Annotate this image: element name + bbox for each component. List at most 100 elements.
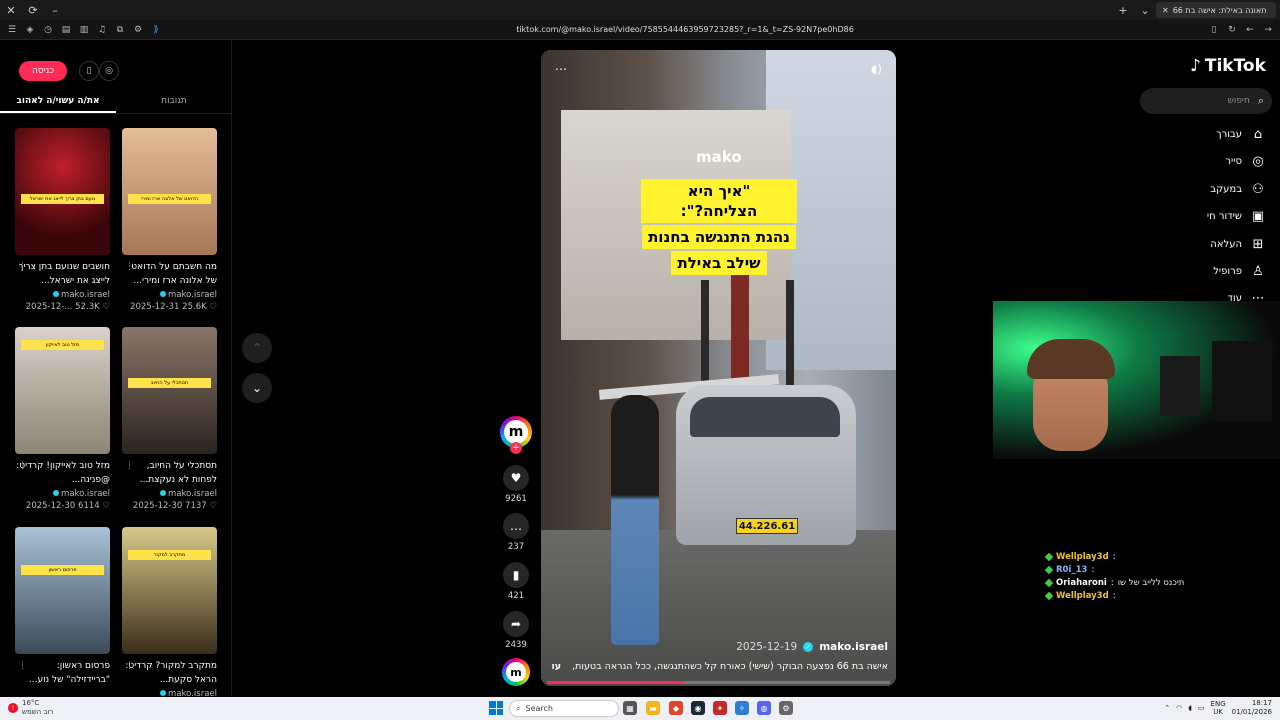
video-thumbnail[interactable]: נועם בתן צריך לייצג את ישראל xyxy=(15,128,110,255)
video-progress-bar[interactable] xyxy=(547,681,890,684)
bookmark-icon[interactable]: ▮ xyxy=(503,562,529,588)
more-options-icon[interactable]: ⋮ xyxy=(125,661,134,671)
video-card[interactable]: נועם בתן צריך לייצג את ישראל חושבים שנוע… xyxy=(15,128,110,312)
video-card[interactable]: פרסום ראשון פרסום ראשון: "בריידזילה" של … xyxy=(15,527,110,687)
clock[interactable]: 18:17 01/01/2026 xyxy=(1232,699,1272,717)
video-author[interactable]: 2025-12-19 ✓ mako.israel xyxy=(736,641,888,653)
compass-icon[interactable]: ◎ xyxy=(99,61,119,81)
task-view-icon[interactable]: ▦ xyxy=(623,701,637,715)
minimize-icon[interactable]: – xyxy=(44,0,66,20)
video-thumbnail[interactable]: מתקרב למקור xyxy=(122,527,217,654)
card-title[interactable]: חושבים שנועם בתן צריך לייצג את ישראל... xyxy=(15,260,110,288)
app-icon[interactable]: ✧ xyxy=(735,701,749,715)
card-author[interactable]: mako.israel xyxy=(15,290,110,300)
next-video-button[interactable]: ⌄ xyxy=(242,373,272,403)
reload-icon[interactable]: ⟳ xyxy=(22,0,44,20)
brave-browser-icon[interactable]: ◆ xyxy=(669,701,683,715)
video-card[interactable]: מתקרב למקור מתקרב למקור? קרדיט: הראל סקע… xyxy=(122,527,217,699)
card-author[interactable]: mako.israel xyxy=(15,489,110,499)
more-options-icon[interactable]: ⋮ xyxy=(18,262,27,272)
like-action[interactable]: ♥ 9261 xyxy=(498,465,534,504)
nav-item-profile[interactable]: ♙ פרופיל xyxy=(1213,261,1266,281)
card-author[interactable]: mako.israel xyxy=(122,290,217,300)
card-title[interactable]: תסתכלי על החיוב, לפחות לא נעקצת... xyxy=(122,459,217,487)
refresh-icon[interactable]: ↻ xyxy=(1226,24,1238,36)
vpn-icon[interactable]: ⟫ xyxy=(150,24,162,36)
music-icon[interactable]: ♫ xyxy=(96,24,108,36)
nav-item-for-you[interactable]: ⌂ עבורך xyxy=(1216,124,1266,144)
video-thumbnail[interactable]: מזל טוב לאייקון xyxy=(15,327,110,454)
card-title[interactable]: מה חשבתם על הדואט של אלונה ארז ומירי... xyxy=(122,260,217,288)
video-card[interactable]: תסתכלי על החיוב תסתכלי על החיוב, לפחות ל… xyxy=(122,327,217,511)
heart-icon[interactable]: ♥ xyxy=(503,465,529,491)
file-explorer-icon[interactable]: ▬ xyxy=(646,701,660,715)
back-icon[interactable]: ← xyxy=(1244,24,1256,36)
share-icon[interactable]: ➦ xyxy=(503,611,529,637)
language-indicator[interactable]: ENG UK xyxy=(1211,700,1226,716)
volume-icon[interactable]: ◖ xyxy=(1188,704,1192,712)
chevron-up-icon[interactable]: ⌃ xyxy=(1164,704,1170,712)
battery-icon[interactable]: ▭ xyxy=(1198,704,1205,712)
start-button[interactable] xyxy=(489,701,503,715)
share-action[interactable]: ➦ 2439 xyxy=(498,611,534,650)
browser-tab[interactable]: ✕ תאונה באילת: אישה בת 66 xyxy=(1156,2,1276,18)
menu-icon[interactable]: ☰ xyxy=(6,24,18,36)
follow-plus-icon[interactable]: + xyxy=(510,442,522,454)
video-card[interactable]: הדואט של אלונה ארז ומירי מה חשבתם על הדו… xyxy=(122,128,217,312)
search-icon[interactable]: ⌕ xyxy=(1258,94,1264,108)
volume-icon[interactable]: ◖) xyxy=(871,62,882,76)
steam-icon[interactable]: ◉ xyxy=(691,701,705,715)
shield-icon[interactable]: ◈ xyxy=(24,24,36,36)
login-button[interactable]: כניסה xyxy=(19,61,67,81)
save-action[interactable]: ▮ 421 xyxy=(498,562,534,601)
caption-more-link[interactable]: עוד xyxy=(551,661,561,672)
history-icon[interactable]: ◷ xyxy=(42,24,54,36)
video-card[interactable]: מזל טוב לאייקון מזל טוב לאייקון! קרדיט: … xyxy=(15,327,110,511)
more-options-icon[interactable]: ⋮ xyxy=(125,262,134,272)
chevron-down-icon[interactable]: ⌄ xyxy=(1134,0,1156,20)
video-thumbnail[interactable]: פרסום ראשון xyxy=(15,527,110,654)
discord-icon[interactable]: ◍ xyxy=(757,701,771,715)
card-title[interactable]: מתקרב למקור? קרדיט: הראל סקעת... xyxy=(122,659,217,687)
music-disc[interactable]: m xyxy=(502,658,530,686)
video-thumbnail[interactable]: הדואט של אלונה ארז ומירי xyxy=(122,128,217,255)
weather-widget[interactable]: ! 16°C רוב השמש xyxy=(8,699,53,717)
card-author[interactable]: mako.israel xyxy=(122,489,217,499)
author-name[interactable]: mako.israel xyxy=(819,641,888,653)
forward-icon[interactable]: → xyxy=(1262,24,1274,36)
video-player[interactable]: 44.226.61 mako "איך היא הצליחה?": נהגת ה… xyxy=(541,50,896,686)
nav-item-live[interactable]: ▣ שידור חי xyxy=(1207,206,1266,226)
nav-item-upload[interactable]: ⊞ העלאה xyxy=(1210,234,1266,254)
close-tab-icon[interactable]: ✕ xyxy=(1162,6,1169,15)
screenshot-icon[interactable]: ⧉ xyxy=(114,24,126,36)
settings-icon[interactable]: ⚙ xyxy=(779,701,793,715)
more-options-icon[interactable]: ⋮ xyxy=(18,461,27,471)
more-options-icon[interactable]: ⋮ xyxy=(125,461,134,471)
app-icon[interactable]: ✦ xyxy=(713,701,727,715)
sidebar-icon[interactable]: ▥ xyxy=(78,24,90,36)
nav-item-explore[interactable]: ◎ סייר xyxy=(1225,151,1266,171)
search-input[interactable]: חיפוש ⌕ xyxy=(1140,88,1272,114)
card-title[interactable]: פרסום ראשון: "בריידזילה" של נוע... xyxy=(15,659,110,687)
tab-you-may-like[interactable]: את/ה עשוי/ה לאהוב xyxy=(0,90,116,113)
close-window-icon[interactable]: ✕ xyxy=(0,0,22,20)
creator-avatar[interactable]: m + xyxy=(500,416,532,454)
wifi-icon[interactable]: ◠ xyxy=(1176,704,1182,712)
previous-video-button[interactable]: ⌃ xyxy=(242,333,272,363)
taskbar-search[interactable]: ⌕ Search xyxy=(509,700,619,717)
new-tab-icon[interactable]: + xyxy=(1112,0,1134,20)
extension-icon[interactable]: ⚙ xyxy=(132,24,144,36)
bookmark-icon[interactable]: ▯ xyxy=(1208,24,1220,36)
tab-comments[interactable]: תגובות xyxy=(116,90,232,113)
more-options-icon[interactable]: ⋮ xyxy=(18,661,27,671)
phone-icon[interactable]: ▯ xyxy=(79,61,99,81)
comment-icon[interactable]: … xyxy=(503,513,529,539)
nav-item-following[interactable]: ⚇ במעקב xyxy=(1210,179,1266,199)
comment-action[interactable]: … 237 xyxy=(498,513,534,552)
more-options-icon[interactable]: ⋯ xyxy=(555,62,567,76)
tiktok-logo[interactable]: ♪ TikTok xyxy=(1190,56,1266,76)
card-title[interactable]: מזל טוב לאייקון! קרדיט: @פנינה... xyxy=(15,459,110,487)
address-bar[interactable]: tiktok.com/@mako.israel/video/7585544463… xyxy=(168,25,1202,34)
tabs-icon[interactable]: ▤ xyxy=(60,24,72,36)
video-thumbnail[interactable]: תסתכלי על החיוב xyxy=(122,327,217,454)
